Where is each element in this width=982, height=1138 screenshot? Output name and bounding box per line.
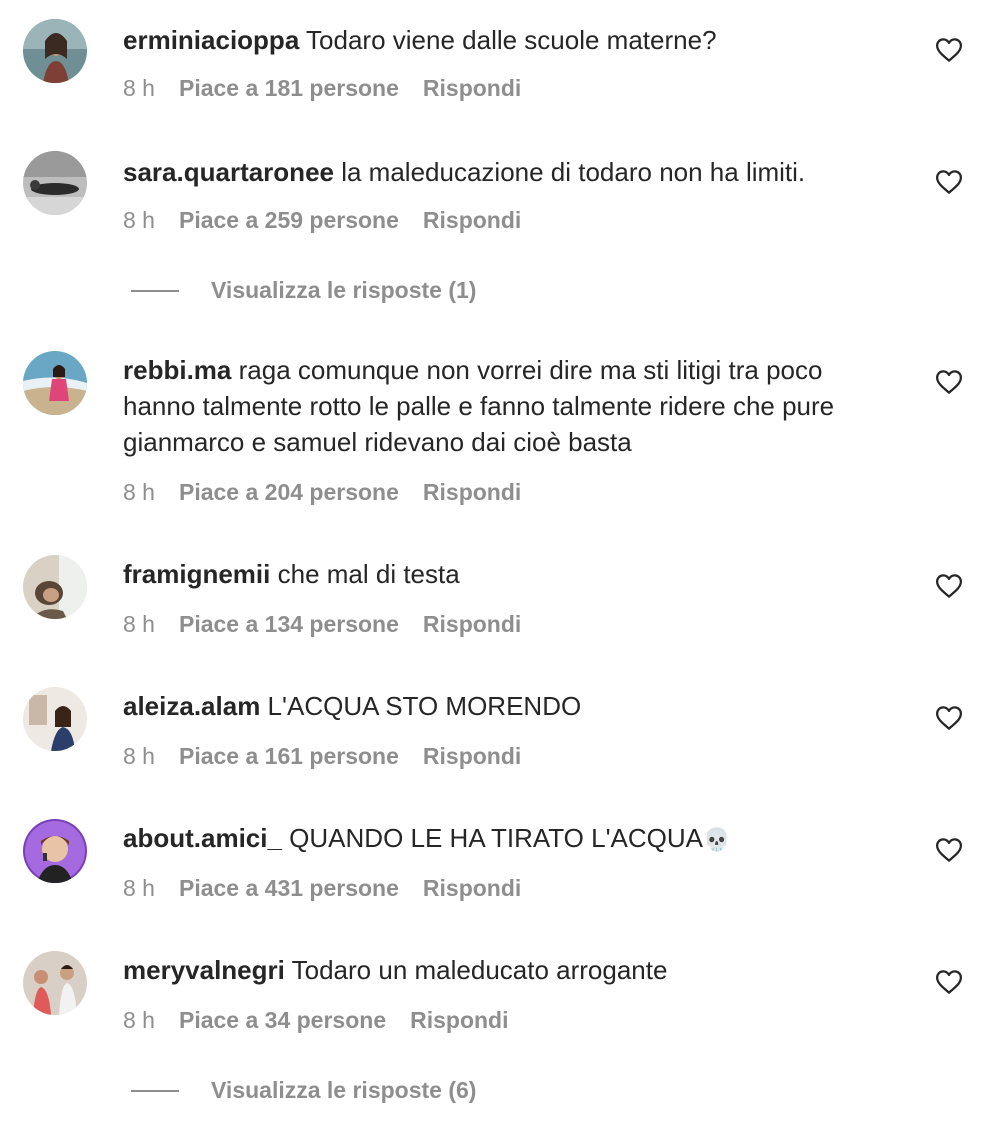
avatar[interactable] — [23, 151, 87, 215]
comment-meta: 8 h Piace a 181 persone Rispondi — [123, 73, 521, 103]
comment-meta: 8 h Piace a 134 persone Rispondi — [123, 609, 521, 639]
comment-text: sara.quartaronee la maleducazione di tod… — [123, 154, 893, 190]
comment-body: la maleducazione di todaro non ha limiti… — [341, 157, 806, 187]
heart-icon[interactable] — [934, 35, 964, 65]
comment-body: Todaro un maleducato arrogante — [291, 955, 668, 985]
username[interactable]: erminiacioppa — [123, 25, 299, 55]
comment-text: aleiza.alam L'ACQUA STO MORENDO — [123, 688, 893, 724]
comment-body: che mal di testa — [277, 559, 460, 589]
view-replies-label: Visualizza le risposte (6) — [211, 1077, 477, 1103]
comment-body: QUANDO LE HA TIRATO L'ACQUA — [289, 823, 704, 853]
timestamp: 8 h — [123, 479, 155, 505]
comment-meta: 8 h Piace a 431 persone Rispondi — [123, 873, 521, 903]
avatar[interactable] — [23, 819, 87, 883]
avatar[interactable] — [23, 351, 87, 415]
comment-text: about.amici_ QUANDO LE HA TIRATO L'ACQUA… — [123, 820, 893, 858]
reply-button[interactable]: Rispondi — [423, 873, 521, 903]
timestamp: 8 h — [123, 611, 155, 637]
view-replies-button[interactable]: Visualizza le risposte (6) — [131, 1075, 476, 1105]
avatar[interactable] — [23, 687, 87, 751]
reply-button[interactable]: Rispondi — [423, 741, 521, 771]
comment-meta: 8 h Piace a 161 persone Rispondi — [123, 741, 521, 771]
reply-button[interactable]: Rispondi — [423, 73, 521, 103]
timestamp: 8 h — [123, 1007, 155, 1033]
likes-count[interactable]: Piace a 134 persone — [179, 609, 399, 639]
timestamp: 8 h — [123, 207, 155, 233]
likes-count[interactable]: Piace a 161 persone — [179, 741, 399, 771]
skull-emoji: 💀 — [703, 827, 731, 852]
comment-body: L'ACQUA STO MORENDO — [267, 691, 582, 721]
username[interactable]: framignemii — [123, 559, 270, 589]
username[interactable]: aleiza.alam — [123, 691, 260, 721]
comment-meta: 8 h Piace a 34 persone Rispondi — [123, 1005, 509, 1035]
likes-count[interactable]: Piace a 181 persone — [179, 73, 399, 103]
comment-text: rebbi.ma raga comunque non vorrei dire m… — [123, 352, 893, 460]
divider-line — [131, 289, 179, 292]
username[interactable]: about.amici_ — [123, 823, 282, 853]
likes-count[interactable]: Piace a 34 persone — [179, 1005, 386, 1035]
avatar[interactable] — [23, 19, 87, 83]
heart-icon[interactable] — [934, 167, 964, 197]
reply-button[interactable]: Rispondi — [423, 477, 521, 507]
avatar[interactable] — [23, 951, 87, 1015]
reply-button[interactable]: Rispondi — [423, 609, 521, 639]
timestamp: 8 h — [123, 743, 155, 769]
heart-icon[interactable] — [934, 967, 964, 997]
comment-text: framignemii che mal di testa — [123, 556, 893, 592]
comment-body: Todaro viene dalle scuole materne? — [306, 25, 717, 55]
reply-button[interactable]: Rispondi — [410, 1005, 508, 1035]
comment-text: meryvalnegri Todaro un maleducato arroga… — [123, 952, 893, 988]
likes-count[interactable]: Piace a 259 persone — [179, 205, 399, 235]
view-replies-label: Visualizza le risposte (1) — [211, 277, 477, 303]
likes-count[interactable]: Piace a 431 persone — [179, 873, 399, 903]
avatar[interactable] — [23, 555, 87, 619]
heart-icon[interactable] — [934, 835, 964, 865]
divider-line — [131, 1089, 179, 1092]
comment-meta: 8 h Piace a 259 persone Rispondi — [123, 205, 521, 235]
username[interactable]: sara.quartaronee — [123, 157, 334, 187]
heart-icon[interactable] — [934, 571, 964, 601]
comment-text: erminiacioppa Todaro viene dalle scuole … — [123, 22, 893, 58]
view-replies-button[interactable]: Visualizza le risposte (1) — [131, 275, 476, 305]
timestamp: 8 h — [123, 875, 155, 901]
heart-icon[interactable] — [934, 367, 964, 397]
comment-meta: 8 h Piace a 204 persone Rispondi — [123, 477, 521, 507]
likes-count[interactable]: Piace a 204 persone — [179, 477, 399, 507]
timestamp: 8 h — [123, 75, 155, 101]
heart-icon[interactable] — [934, 703, 964, 733]
username[interactable]: rebbi.ma — [123, 355, 231, 385]
reply-button[interactable]: Rispondi — [423, 205, 521, 235]
username[interactable]: meryvalnegri — [123, 955, 285, 985]
